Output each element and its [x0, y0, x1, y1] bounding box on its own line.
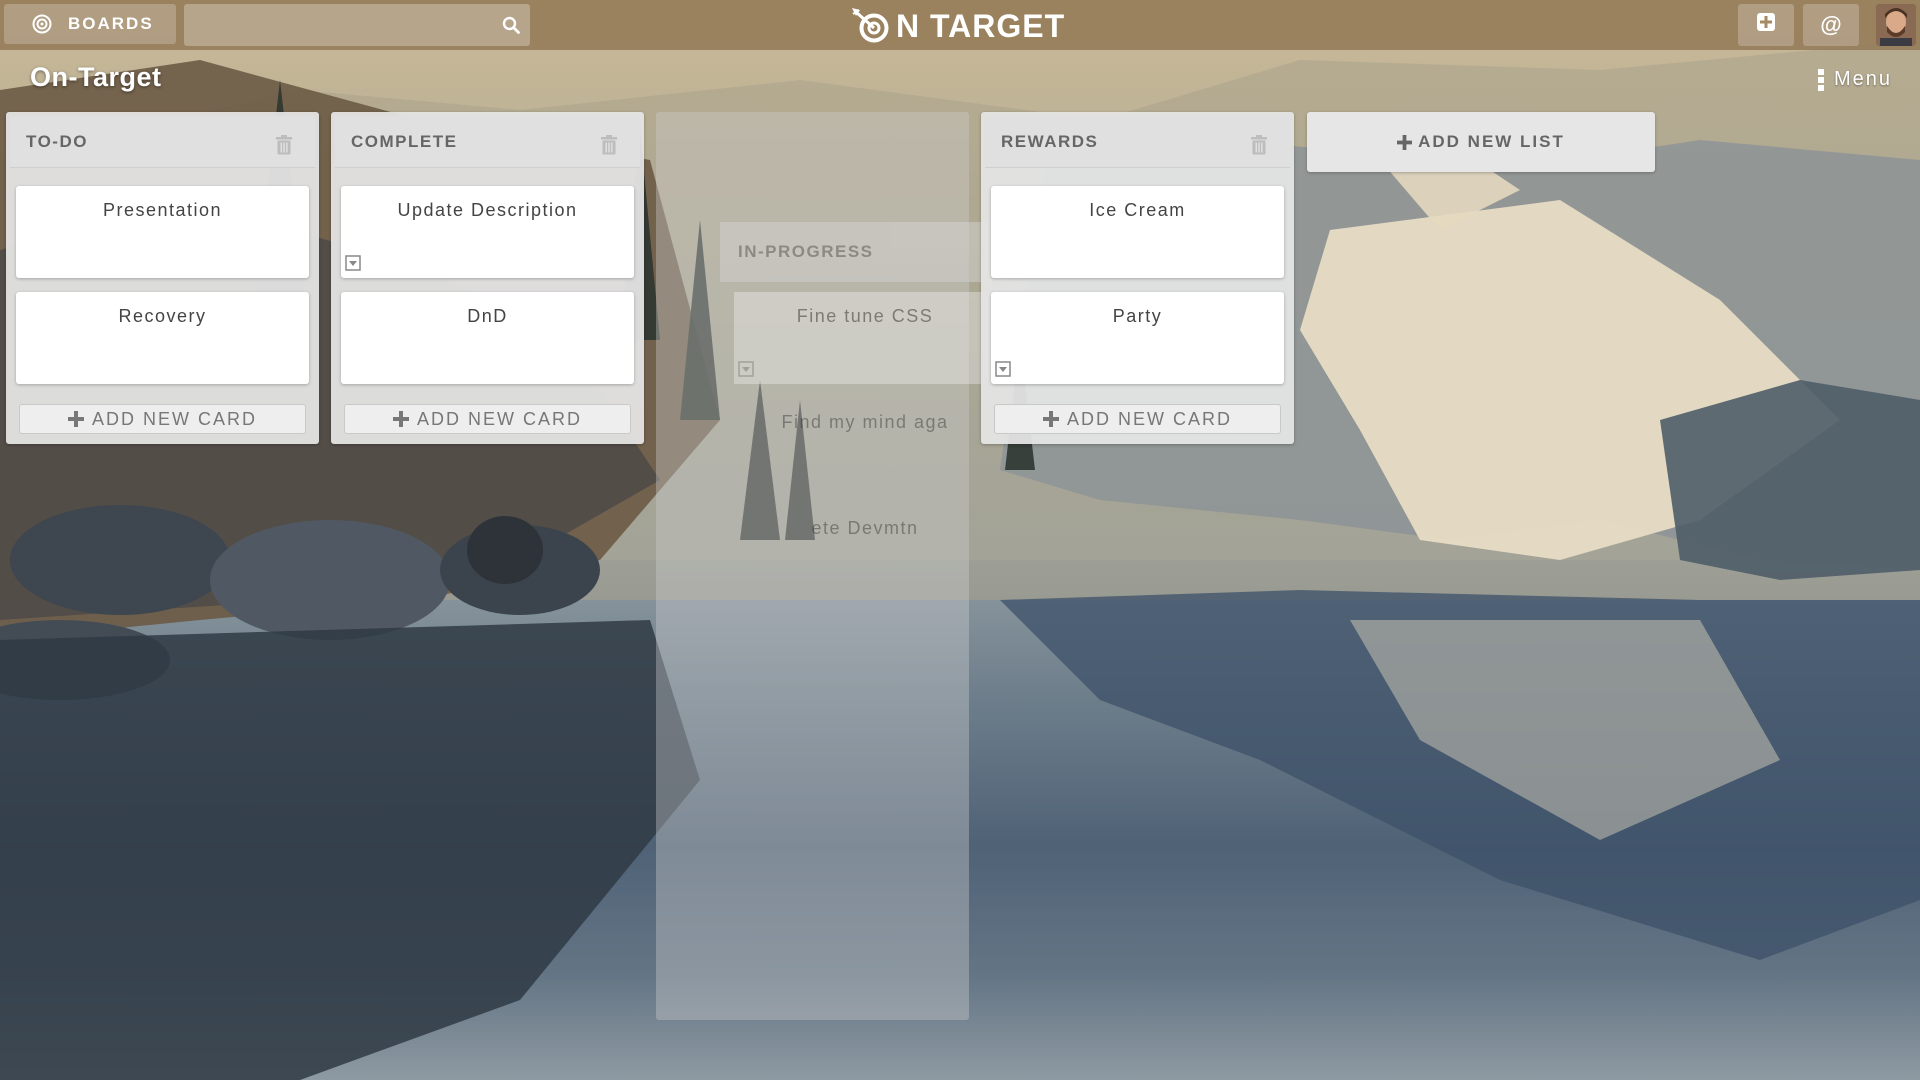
list-title: TO-DO: [26, 131, 88, 151]
trash-icon[interactable]: [1250, 135, 1268, 160]
card-title: DnD: [467, 306, 508, 326]
boards-label: BOARDS: [68, 14, 154, 33]
dragging-list-in-progress[interactable]: IN-PROGRESS Fine tune CSS Find my mind a…: [720, 222, 1010, 552]
list-header[interactable]: COMPLETE: [335, 116, 640, 168]
card[interactable]: Find my mind aga: [734, 398, 996, 490]
card-title: Recovery: [118, 306, 207, 326]
expand-card-icon[interactable]: [345, 255, 361, 276]
card-title: Party: [1112, 306, 1163, 326]
list-title: IN-PROGRESS: [738, 242, 874, 261]
expand-card-icon[interactable]: [995, 361, 1011, 382]
menu-button[interactable]: Menu: [1818, 68, 1892, 91]
search-box[interactable]: [184, 4, 530, 46]
plus-icon: [1042, 411, 1059, 427]
vertical-dots-icon: [1818, 68, 1824, 91]
list-title: REWARDS: [1001, 131, 1099, 151]
card[interactable]: Update Description: [341, 186, 634, 278]
list-complete[interactable]: COMPLETE Update Description DnD ADD NEW …: [331, 112, 644, 444]
mentions-button[interactable]: @: [1803, 4, 1859, 46]
search-input[interactable]: [184, 4, 484, 46]
add-new-list-button[interactable]: ADD NEW LIST: [1307, 112, 1655, 172]
list-to-do[interactable]: TO-DO Presentation Recovery ADD NEW CARD: [6, 112, 319, 444]
plus-icon: [392, 411, 409, 427]
card[interactable]: Presentation: [16, 186, 309, 278]
trash-icon[interactable]: [600, 135, 618, 160]
at-sign-icon: @: [1820, 12, 1842, 37]
list-rewards[interactable]: REWARDS Ice Cream Party ADD NEW CARD: [981, 112, 1294, 444]
card[interactable]: Ice Cream: [991, 186, 1284, 278]
add-card-button[interactable]: ADD NEW CARD: [19, 404, 306, 434]
card-title: Fine tune CSS: [796, 306, 934, 326]
list-header[interactable]: REWARDS: [985, 116, 1290, 168]
brand-text: N TARGET: [896, 7, 1066, 44]
target-icon: [32, 14, 52, 34]
card[interactable]: Recovery: [16, 292, 309, 384]
list-header[interactable]: IN-PROGRESS: [720, 222, 1010, 282]
list-title: COMPLETE: [351, 131, 458, 151]
boards-button[interactable]: BOARDS: [4, 4, 176, 44]
card-title: Update Description: [397, 200, 578, 220]
card[interactable]: Fine tune CSS: [734, 292, 996, 384]
card[interactable]: Party: [991, 292, 1284, 384]
add-card-button[interactable]: ADD NEW CARD: [994, 404, 1281, 434]
card-title: ete Devmtn: [811, 518, 919, 538]
add-card-label: ADD NEW CARD: [416, 408, 582, 429]
add-card-label: ADD NEW CARD: [1066, 408, 1232, 429]
search-icon[interactable]: [502, 16, 520, 39]
card-title: Find my mind aga: [781, 412, 949, 432]
card-title: Ice Cream: [1089, 200, 1186, 220]
plus-icon: [1397, 134, 1413, 150]
plus-square-icon: [1756, 12, 1776, 38]
user-avatar[interactable]: [1876, 4, 1916, 46]
add-board-button[interactable]: [1738, 4, 1794, 46]
list-header[interactable]: TO-DO: [10, 116, 315, 168]
brand-logo: N TARGET: [850, 6, 1065, 46]
trash-icon[interactable]: [275, 135, 293, 160]
board-title[interactable]: On-Target: [30, 62, 162, 93]
menu-label: Menu: [1834, 68, 1893, 90]
add-card-button[interactable]: ADD NEW CARD: [344, 404, 631, 434]
card[interactable]: DnD: [341, 292, 634, 384]
expand-card-icon[interactable]: [738, 347, 754, 382]
top-bar: BOARDS N TARGET @: [0, 0, 1920, 50]
card[interactable]: ete Devmtn: [734, 504, 996, 544]
target-arrow-icon: [850, 8, 894, 44]
add-card-label: ADD NEW CARD: [91, 408, 257, 429]
add-list-label: ADD NEW LIST: [1418, 132, 1565, 151]
plus-icon: [67, 411, 84, 427]
card-title: Presentation: [102, 200, 223, 220]
